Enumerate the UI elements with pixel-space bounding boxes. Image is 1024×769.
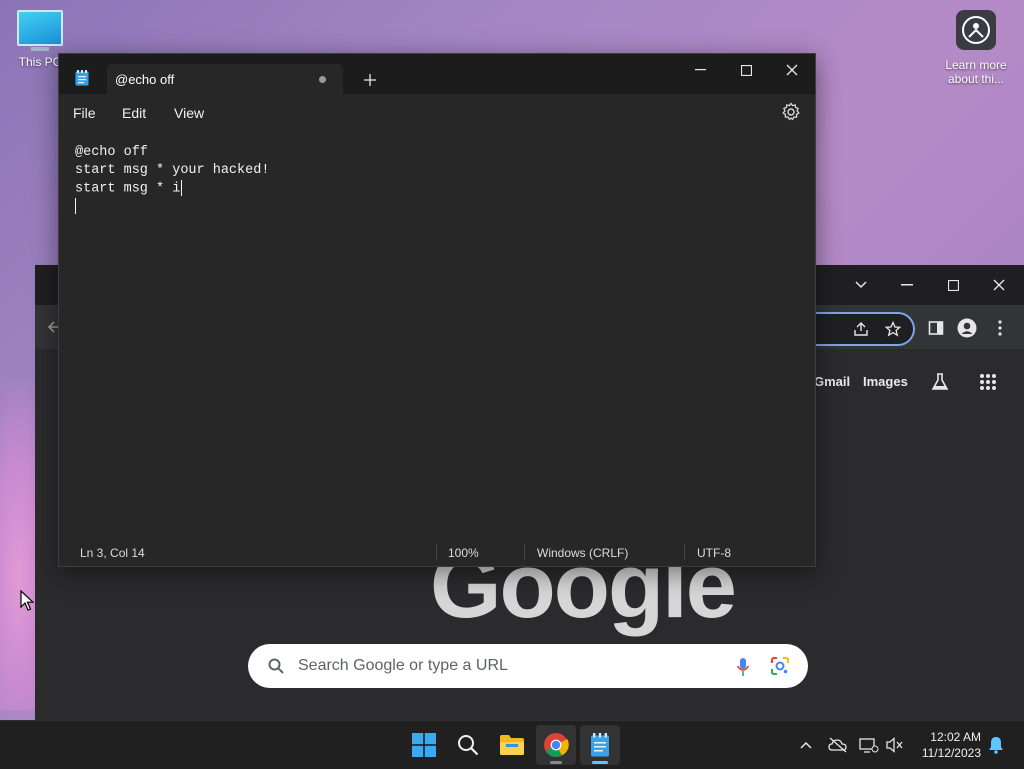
desktop-icon-label: Learn more about thi... (945, 58, 1007, 86)
notepad-tab[interactable]: @echo off (107, 64, 343, 94)
line-ending[interactable]: Windows (CRLF) (537, 546, 628, 560)
mouse-cursor-icon (20, 590, 34, 611)
monitor-icon (17, 10, 63, 46)
taskbar-notepad[interactable] (580, 725, 620, 765)
maximize-button[interactable] (723, 56, 769, 84)
text-caret (181, 180, 183, 196)
clock-date: 11/12/2023 (921, 746, 981, 760)
microphone-icon[interactable] (736, 657, 750, 677)
notepad-text-editor[interactable]: @echo off start msg * your hacked! start… (75, 144, 795, 524)
text-line (75, 198, 795, 216)
minimize-button[interactable] (677, 56, 723, 84)
share-icon[interactable] (849, 317, 873, 341)
text-line: @echo off (75, 145, 148, 160)
taskbar-chrome[interactable] (536, 725, 576, 765)
maximize-button[interactable] (938, 271, 968, 299)
search-input[interactable]: Search Google or type a URL (298, 657, 508, 675)
notification-bell-icon[interactable] (986, 735, 1006, 755)
encoding[interactable]: UTF-8 (697, 546, 731, 560)
notepad-window[interactable]: @echo off File Edit View @echo off start… (58, 53, 816, 567)
text-caret-ghost (75, 198, 76, 214)
side-panel-icon[interactable] (924, 316, 948, 340)
profile-avatar-icon[interactable] (955, 316, 979, 340)
cursor-position: Ln 3, Col 14 (80, 546, 145, 560)
notepad-statusbar: Ln 3, Col 14 100% Windows (CRLF) UTF-8 (59, 538, 815, 566)
labs-flask-icon[interactable] (928, 370, 952, 394)
start-button[interactable] (404, 725, 444, 765)
onedrive-offline-icon[interactable] (828, 735, 848, 755)
chevron-down-icon[interactable] (846, 271, 876, 299)
menu-edit[interactable]: Edit (122, 105, 146, 121)
gmail-link[interactable]: Gmail (814, 374, 850, 389)
desktop-icon-learn-more[interactable]: Learn more about thi... (938, 10, 1014, 86)
notepad-titlebar[interactable]: @echo off (59, 54, 815, 94)
apps-grid-icon[interactable] (976, 370, 1000, 394)
volume-muted-icon[interactable] (885, 735, 905, 755)
images-link[interactable]: Images (863, 374, 908, 389)
menu-file[interactable]: File (73, 105, 96, 121)
bookmark-star-icon[interactable] (881, 317, 905, 341)
text-line: start msg * i (75, 180, 183, 197)
search-icon (268, 658, 284, 674)
clock-time: 12:02 AM (930, 730, 981, 744)
notepad-app-icon (591, 733, 609, 757)
close-button[interactable] (769, 56, 815, 84)
taskbar-search-button[interactable] (448, 725, 488, 765)
chrome-icon (544, 733, 569, 758)
google-search-box[interactable]: Search Google or type a URL (248, 644, 808, 688)
notepad-app-icon (75, 70, 89, 86)
folder-icon (500, 735, 524, 755)
windows-logo-icon (412, 733, 436, 757)
system-clock[interactable]: 12:02 AM 11/12/2023 (922, 729, 981, 761)
minimize-button[interactable] (892, 271, 922, 299)
close-button[interactable] (984, 271, 1014, 299)
text-line: start msg * your hacked! (75, 163, 270, 178)
menu-view[interactable]: View (174, 105, 204, 121)
learn-more-icon (956, 10, 996, 50)
chevron-up-icon[interactable] (796, 735, 816, 755)
google-lens-icon[interactable] (770, 656, 790, 676)
settings-gear-icon[interactable] (781, 102, 801, 122)
taskbar: 12:02 AM 11/12/2023 (0, 720, 1024, 769)
unsaved-indicator-icon[interactable] (319, 76, 326, 83)
tab-title: @echo off (115, 72, 175, 87)
more-menu-icon[interactable] (988, 316, 1012, 340)
new-tab-button[interactable] (359, 69, 381, 91)
notepad-menubar: File Edit View (59, 94, 815, 130)
taskbar-file-explorer[interactable] (492, 725, 532, 765)
plus-icon (364, 74, 376, 86)
network-icon[interactable] (859, 735, 879, 755)
search-icon (458, 735, 479, 756)
zoom-level[interactable]: 100% (448, 546, 479, 560)
